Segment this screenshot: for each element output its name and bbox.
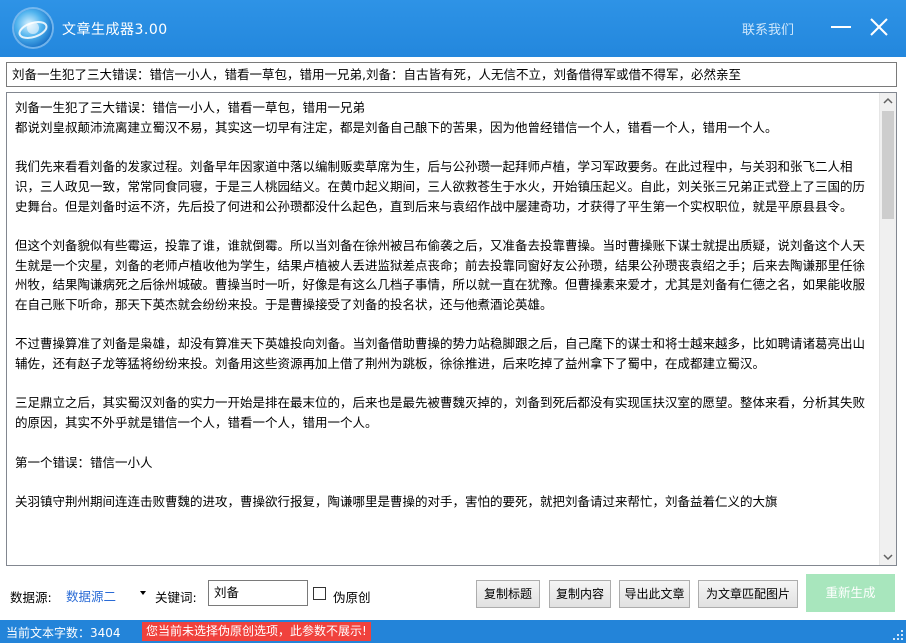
article-paragraph: 第一个错误：错信一小人: [15, 454, 153, 470]
minimize-icon: [831, 26, 851, 28]
keyword-label: 关键词:: [155, 590, 197, 605]
vertical-scrollbar[interactable]: [879, 93, 896, 565]
pseudo-original-warning-badge: 您当前未选择伪原创选项，此参数不展示!: [142, 622, 371, 641]
close-button[interactable]: [864, 12, 894, 42]
pseudo-original-checkbox[interactable]: [313, 587, 326, 600]
copy-content-button[interactable]: 复制内容: [549, 580, 611, 608]
scroll-up-arrow-icon[interactable]: [880, 93, 896, 110]
match-image-button[interactable]: 为文章匹配图片: [698, 580, 798, 608]
article-title-field[interactable]: 刘备一生犯了三大错误：错信一小人，错看一草包，错用一兄弟,刘备：自古皆有死，人无…: [6, 62, 897, 87]
scroll-down-arrow-icon[interactable]: [880, 548, 896, 565]
article-content[interactable]: 刘备一生犯了三大错误：错信一小人，错看一草包，错用一兄弟都说刘皇叔颠沛流离建立蜀…: [7, 93, 881, 565]
article-paragraph: 刘备一生犯了三大错误：错信一小人，错看一草包，错用一兄弟: [15, 100, 366, 115]
article-paragraph: 关羽镇守荆州期间连连击败曹魏的进攻，曹操欲行报复，陶谦哪里是曹操的对手，害怕的要…: [15, 493, 778, 509]
keyword-input[interactable]: 刘备: [208, 580, 308, 606]
article-paragraph: 但这个刘备貌似有些霉运，投靠了谁，谁就倒霉。所以当刘备在徐州被吕布偷袭之后，又准…: [15, 237, 866, 312]
word-count: 当前文本字数：3404: [6, 626, 121, 640]
pseudo-original-label[interactable]: 伪原创: [333, 587, 371, 606]
regenerate-button[interactable]: 重新生成: [806, 574, 895, 612]
data-source-label: 数据源:: [10, 590, 52, 605]
article-paragraph: 我们先来看看刘备的发家过程。刘备早年因家道中落以编制贩卖草席为生，后与公孙瓒一起…: [15, 159, 866, 214]
article-paragraph: 不过曹操算准了刘备是枭雄，却没有算准天下英雄投向刘备。当刘备借助曹操的势力站稳脚…: [15, 336, 866, 372]
export-article-button[interactable]: 导出此文章: [619, 580, 690, 608]
article-paragraph: 都说刘皇叔颠沛流离建立蜀汉不易，其实这一切早有注定，都是刘备自己酿下的苦果，因为…: [15, 119, 778, 135]
article-paragraph: 三足鼎立之后，其实蜀汉刘备的实力一开始是排在最末位的，后来也是最先被曹魏灭掉的，…: [15, 395, 866, 431]
article-title-text[interactable]: 刘备一生犯了三大错误：错信一小人，错看一草包，错用一兄弟,刘备：自古皆有死，人无…: [7, 63, 896, 86]
dropdown-arrow-icon: [140, 591, 146, 595]
app-logo-icon: [14, 9, 52, 47]
close-icon: [870, 18, 888, 36]
status-bar: 当前文本字数：3404 您当前未选择伪原创选项，此参数不展示!: [0, 620, 906, 643]
resize-grip-icon[interactable]: [892, 629, 904, 641]
data-source-select[interactable]: 数据源二: [60, 580, 150, 606]
data-source-value: 数据源二: [66, 589, 117, 604]
title-bar: 文章生成器3.00 联系我们: [0, 0, 906, 57]
article-textarea[interactable]: 刘备一生犯了三大错误：错信一小人，错看一草包，错用一兄弟都说刘皇叔颠沛流离建立蜀…: [6, 92, 897, 566]
minimize-button[interactable]: [826, 12, 856, 42]
contact-us-link[interactable]: 联系我们: [742, 19, 794, 38]
app-title: 文章生成器3.00: [62, 22, 168, 38]
scrollbar-thumb[interactable]: [882, 111, 894, 219]
copy-title-button[interactable]: 复制标题: [476, 580, 540, 608]
